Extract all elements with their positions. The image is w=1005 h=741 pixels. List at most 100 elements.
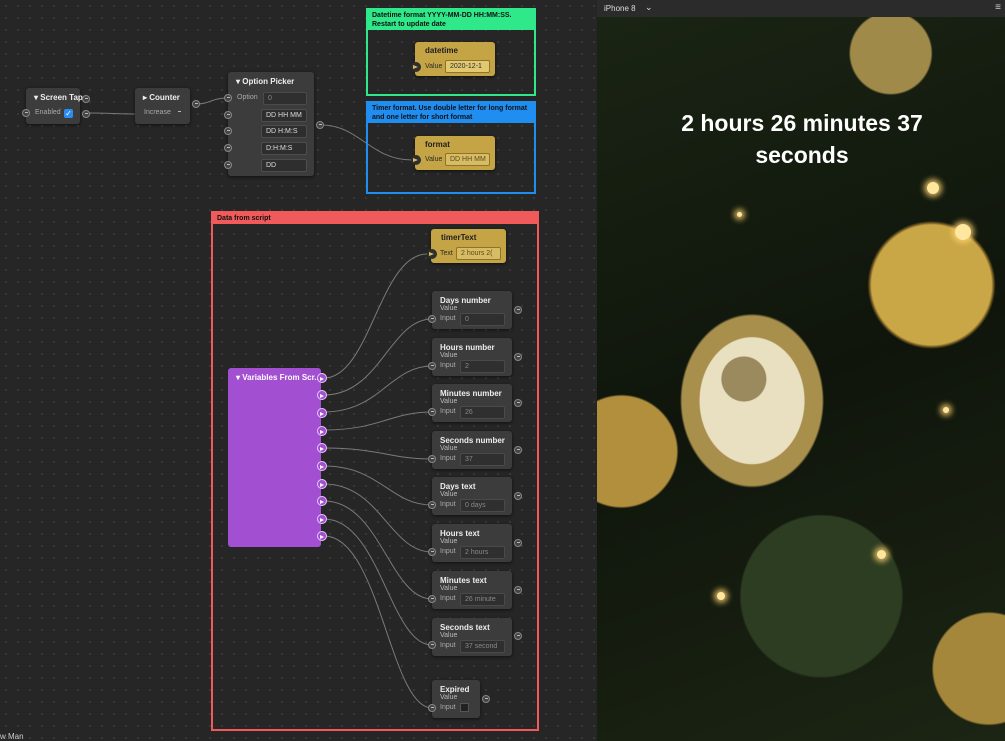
node-title: Minutes text bbox=[440, 576, 487, 585]
device-preview[interactable]: iPhone 8 ⌄ ≡ 2 hours 26 minutes 37 secon… bbox=[597, 0, 1005, 741]
variables-from-script-node[interactable]: ▾ Variables From Scr... bbox=[228, 368, 321, 547]
input-label: Input bbox=[440, 315, 456, 322]
input-port[interactable] bbox=[224, 127, 232, 135]
node-title: ▸ Counter bbox=[143, 93, 180, 102]
option-picker-node[interactable]: ▾ Option Picker Option 0 DD HH MM DD H:M… bbox=[228, 72, 314, 176]
light-sparkle bbox=[877, 550, 886, 559]
chevron-down-icon[interactable]: ⌄ bbox=[645, 2, 653, 13]
seconds-number-field[interactable]: 37 bbox=[460, 453, 505, 466]
output-port[interactable] bbox=[317, 390, 327, 400]
node-title: Days number bbox=[440, 296, 491, 305]
timer-text-field[interactable]: 2 hours 2( bbox=[456, 247, 501, 260]
output-port[interactable] bbox=[514, 446, 522, 454]
output-port[interactable] bbox=[317, 373, 327, 383]
node-title: Minutes number bbox=[440, 389, 502, 398]
input-port[interactable] bbox=[224, 94, 232, 102]
option-item[interactable]: DD H:M:S bbox=[261, 125, 307, 138]
menu-icon[interactable]: ≡ bbox=[995, 2, 1001, 13]
output-port[interactable] bbox=[82, 110, 90, 118]
format-field[interactable]: DD HH MM bbox=[445, 153, 490, 166]
output-port[interactable] bbox=[317, 514, 327, 524]
node-subtitle: Value bbox=[440, 632, 458, 639]
input-port[interactable] bbox=[427, 249, 437, 259]
bottom-panel-label[interactable]: w Man bbox=[0, 732, 24, 741]
input-port[interactable] bbox=[428, 704, 436, 712]
device-selector[interactable]: iPhone 8 bbox=[604, 4, 636, 13]
seconds-text-node[interactable]: Seconds text Value Input 37 second bbox=[432, 618, 512, 656]
input-port[interactable] bbox=[428, 501, 436, 509]
node-subtitle: Value bbox=[440, 305, 458, 312]
output-port[interactable] bbox=[514, 539, 522, 547]
output-port[interactable] bbox=[317, 531, 327, 541]
input-port[interactable] bbox=[22, 109, 30, 117]
output-port[interactable] bbox=[317, 426, 327, 436]
seconds-text-field[interactable]: 37 second bbox=[460, 640, 505, 653]
counter-node[interactable]: ▸ Counter Increase bbox=[135, 88, 190, 124]
expired-node[interactable]: Expired Value Input bbox=[432, 680, 480, 718]
datetime-node[interactable]: datetime Value 2020-12-1 bbox=[411, 42, 495, 76]
node-title: ▾ Variables From Scr... bbox=[236, 373, 321, 382]
hours-number-node[interactable]: Hours number Value Input 2 bbox=[432, 338, 512, 376]
input-port[interactable] bbox=[428, 362, 436, 370]
output-port[interactable] bbox=[514, 306, 522, 314]
output-port[interactable] bbox=[82, 95, 90, 103]
output-port[interactable] bbox=[317, 461, 327, 471]
output-port[interactable] bbox=[514, 586, 522, 594]
input-port[interactable] bbox=[224, 111, 232, 119]
minutes-number-field[interactable]: 26 bbox=[460, 406, 505, 419]
preview-scene: 2 hours 26 minutes 37 seconds bbox=[597, 17, 1005, 741]
input-port[interactable] bbox=[411, 62, 421, 72]
input-port[interactable] bbox=[428, 455, 436, 463]
option-item[interactable]: DD bbox=[261, 159, 307, 172]
node-subtitle: Value bbox=[440, 445, 458, 452]
input-port[interactable] bbox=[428, 548, 436, 556]
node-title: Hours text bbox=[440, 529, 480, 538]
option-item[interactable]: D:H:M:S bbox=[261, 142, 307, 155]
input-port[interactable] bbox=[224, 161, 232, 169]
timer-text-node[interactable]: timerText Text 2 hours 2( bbox=[427, 229, 506, 263]
seconds-number-node[interactable]: Seconds number Value Input 37 bbox=[432, 431, 512, 469]
hours-text-field[interactable]: 2 hours bbox=[460, 546, 505, 559]
hours-number-field[interactable]: 2 bbox=[460, 360, 505, 373]
output-port[interactable] bbox=[316, 121, 324, 129]
input-port[interactable] bbox=[411, 155, 421, 165]
input-port[interactable] bbox=[428, 315, 436, 323]
days-number-field[interactable]: 0 bbox=[460, 313, 505, 326]
node-title: timerText bbox=[441, 233, 477, 242]
output-port[interactable] bbox=[192, 100, 200, 108]
minutes-number-node[interactable]: Minutes number Value Input 26 bbox=[432, 384, 512, 422]
enabled-label: Enabled bbox=[35, 109, 61, 116]
format-node[interactable]: format Value DD HH MM bbox=[411, 136, 495, 170]
datetime-field[interactable]: 2020-12-1 bbox=[445, 60, 490, 73]
output-port[interactable] bbox=[514, 492, 522, 500]
output-port[interactable] bbox=[317, 479, 327, 489]
node-subtitle: Value bbox=[440, 398, 458, 405]
expired-checkbox[interactable] bbox=[460, 703, 469, 712]
days-text-node[interactable]: Days text Value Input 0 days bbox=[432, 477, 512, 515]
days-number-node[interactable]: Days number Value Input 0 bbox=[432, 291, 512, 329]
output-port[interactable] bbox=[514, 353, 522, 361]
input-label: Input bbox=[440, 704, 456, 711]
days-text-field[interactable]: 0 days bbox=[460, 499, 505, 512]
input-port[interactable] bbox=[428, 641, 436, 649]
hours-text-node[interactable]: Hours text Value Input 2 hours bbox=[432, 524, 512, 562]
minutes-text-field[interactable]: 26 minute bbox=[460, 593, 505, 606]
option-item[interactable]: DD HH MM bbox=[261, 109, 307, 122]
output-port[interactable] bbox=[317, 408, 327, 418]
input-port[interactable] bbox=[428, 595, 436, 603]
minutes-text-node[interactable]: Minutes text Value Input 26 minute bbox=[432, 571, 512, 609]
input-label: Input bbox=[440, 595, 456, 602]
output-port[interactable] bbox=[514, 632, 522, 640]
increase-port[interactable] bbox=[176, 109, 184, 117]
screen-tap-node[interactable]: ▾ Screen Tap Enabled ✓ bbox=[22, 88, 83, 124]
input-port[interactable] bbox=[224, 144, 232, 152]
output-port[interactable] bbox=[317, 496, 327, 506]
node-subtitle: Value bbox=[440, 491, 458, 498]
option-value-field[interactable]: 0 bbox=[263, 92, 307, 105]
output-port[interactable] bbox=[317, 443, 327, 453]
patch-editor[interactable]: ▾ Screen Tap Enabled ✓ ▸ Counter Increas… bbox=[0, 0, 597, 741]
output-port[interactable] bbox=[482, 695, 490, 703]
enabled-checkbox[interactable]: ✓ bbox=[64, 109, 73, 118]
input-port[interactable] bbox=[428, 408, 436, 416]
output-port[interactable] bbox=[514, 399, 522, 407]
